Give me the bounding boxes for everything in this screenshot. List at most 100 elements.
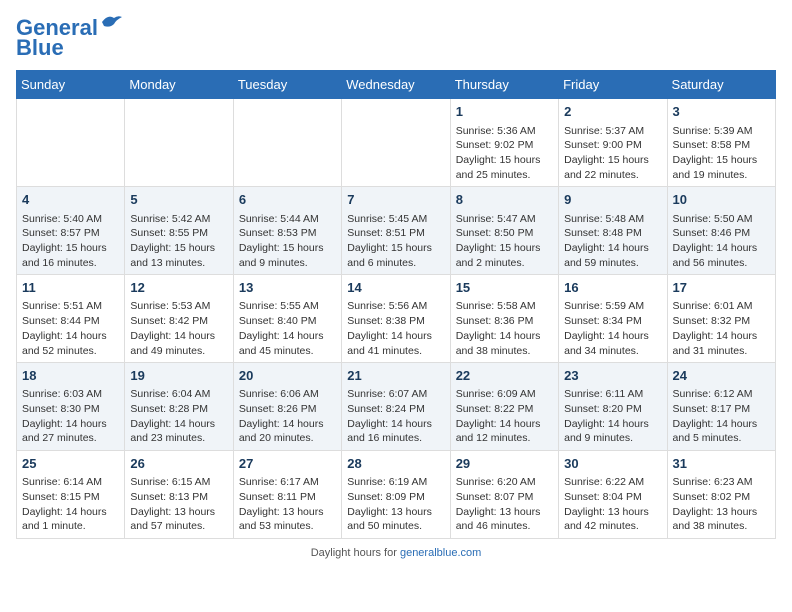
calendar-cell: 2 Sunrise: 5:37 AM Sunset: 9:00 PM Daylig… bbox=[559, 99, 667, 187]
day-info: Sunrise: 5:47 AM Sunset: 8:50 PM Dayligh… bbox=[456, 212, 553, 271]
calendar-table: SundayMondayTuesdayWednesdayThursdayFrid… bbox=[16, 70, 776, 539]
calendar-week-2: 4 Sunrise: 5:40 AM Sunset: 8:57 PM Daylig… bbox=[17, 187, 776, 275]
day-number: 3 bbox=[673, 103, 770, 121]
day-number: 22 bbox=[456, 367, 553, 385]
logo-blue-text: Blue bbox=[16, 36, 64, 60]
day-number: 11 bbox=[22, 279, 119, 297]
day-number: 5 bbox=[130, 191, 227, 209]
day-info: Sunrise: 5:36 AM Sunset: 9:02 PM Dayligh… bbox=[456, 124, 553, 183]
day-info: Sunrise: 6:20 AM Sunset: 8:07 PM Dayligh… bbox=[456, 475, 553, 534]
day-number: 2 bbox=[564, 103, 661, 121]
calendar-week-3: 11 Sunrise: 5:51 AM Sunset: 8:44 PM Dayli… bbox=[17, 275, 776, 363]
calendar-header-saturday: Saturday bbox=[667, 71, 775, 99]
bird-icon bbox=[100, 14, 122, 32]
day-number: 12 bbox=[130, 279, 227, 297]
calendar-cell bbox=[17, 99, 125, 187]
day-info: Sunrise: 6:07 AM Sunset: 8:24 PM Dayligh… bbox=[347, 387, 444, 446]
day-info: Sunrise: 5:51 AM Sunset: 8:44 PM Dayligh… bbox=[22, 299, 119, 358]
day-number: 18 bbox=[22, 367, 119, 385]
calendar-week-4: 18 Sunrise: 6:03 AM Sunset: 8:30 PM Dayli… bbox=[17, 363, 776, 451]
day-info: Sunrise: 5:40 AM Sunset: 8:57 PM Dayligh… bbox=[22, 212, 119, 271]
calendar-cell: 12 Sunrise: 5:53 AM Sunset: 8:42 PM Dayli… bbox=[125, 275, 233, 363]
calendar-cell bbox=[342, 99, 450, 187]
calendar-cell: 15 Sunrise: 5:58 AM Sunset: 8:36 PM Dayli… bbox=[450, 275, 558, 363]
day-number: 28 bbox=[347, 455, 444, 473]
calendar-header-tuesday: Tuesday bbox=[233, 71, 341, 99]
day-number: 25 bbox=[22, 455, 119, 473]
calendar-week-1: 1Sunrise: 5:36 AM Sunset: 9:02 PM Daylig… bbox=[17, 99, 776, 187]
day-number: 15 bbox=[456, 279, 553, 297]
calendar-cell: 17 Sunrise: 6:01 AM Sunset: 8:32 PM Dayli… bbox=[667, 275, 775, 363]
day-number: 13 bbox=[239, 279, 336, 297]
footer-text: Daylight hours for generalblue.com bbox=[311, 547, 482, 559]
calendar-cell: 30 Sunrise: 6:22 AM Sunset: 8:04 PM Dayli… bbox=[559, 451, 667, 539]
calendar-cell: 19 Sunrise: 6:04 AM Sunset: 8:28 PM Dayli… bbox=[125, 363, 233, 451]
calendar-cell: 14Sunrise: 5:56 AM Sunset: 8:38 PM Dayli… bbox=[342, 275, 450, 363]
day-info: Sunrise: 6:09 AM Sunset: 8:22 PM Dayligh… bbox=[456, 387, 553, 446]
day-info: Sunrise: 6:03 AM Sunset: 8:30 PM Dayligh… bbox=[22, 387, 119, 446]
day-info: Sunrise: 5:58 AM Sunset: 8:36 PM Dayligh… bbox=[456, 299, 553, 358]
calendar-cell: 9Sunrise: 5:48 AM Sunset: 8:48 PM Daylig… bbox=[559, 187, 667, 275]
day-info: Sunrise: 6:11 AM Sunset: 8:20 PM Dayligh… bbox=[564, 387, 661, 446]
day-number: 21 bbox=[347, 367, 444, 385]
day-info: Sunrise: 6:01 AM Sunset: 8:32 PM Dayligh… bbox=[673, 299, 770, 358]
day-info: Sunrise: 6:22 AM Sunset: 8:04 PM Dayligh… bbox=[564, 475, 661, 534]
calendar-cell: 1Sunrise: 5:36 AM Sunset: 9:02 PM Daylig… bbox=[450, 99, 558, 187]
day-number: 24 bbox=[673, 367, 770, 385]
day-info: Sunrise: 5:50 AM Sunset: 8:46 PM Dayligh… bbox=[673, 212, 770, 271]
calendar-cell: 10 Sunrise: 5:50 AM Sunset: 8:46 PM Dayli… bbox=[667, 187, 775, 275]
calendar-cell: 13 Sunrise: 5:55 AM Sunset: 8:40 PM Dayli… bbox=[233, 275, 341, 363]
calendar-cell: 24 Sunrise: 6:12 AM Sunset: 8:17 PM Dayli… bbox=[667, 363, 775, 451]
day-info: Sunrise: 6:17 AM Sunset: 8:11 PM Dayligh… bbox=[239, 475, 336, 534]
day-number: 26 bbox=[130, 455, 227, 473]
day-number: 19 bbox=[130, 367, 227, 385]
day-number: 6 bbox=[239, 191, 336, 209]
day-number: 30 bbox=[564, 455, 661, 473]
calendar-header-thursday: Thursday bbox=[450, 71, 558, 99]
calendar-cell: 4 Sunrise: 5:40 AM Sunset: 8:57 PM Daylig… bbox=[17, 187, 125, 275]
calendar-cell: 22 Sunrise: 6:09 AM Sunset: 8:22 PM Dayli… bbox=[450, 363, 558, 451]
calendar-cell: 11 Sunrise: 5:51 AM Sunset: 8:44 PM Dayli… bbox=[17, 275, 125, 363]
calendar-week-5: 25 Sunrise: 6:14 AM Sunset: 8:15 PM Dayli… bbox=[17, 451, 776, 539]
day-info: Sunrise: 5:39 AM Sunset: 8:58 PM Dayligh… bbox=[673, 124, 770, 183]
day-number: 17 bbox=[673, 279, 770, 297]
day-number: 10 bbox=[673, 191, 770, 209]
calendar-header-friday: Friday bbox=[559, 71, 667, 99]
calendar-cell: 6 Sunrise: 5:44 AM Sunset: 8:53 PM Daylig… bbox=[233, 187, 341, 275]
day-number: 23 bbox=[564, 367, 661, 385]
day-number: 4 bbox=[22, 191, 119, 209]
day-info: Sunrise: 6:14 AM Sunset: 8:15 PM Dayligh… bbox=[22, 475, 119, 534]
day-info: Sunrise: 6:12 AM Sunset: 8:17 PM Dayligh… bbox=[673, 387, 770, 446]
calendar-cell: 28 Sunrise: 6:19 AM Sunset: 8:09 PM Dayli… bbox=[342, 451, 450, 539]
day-info: Sunrise: 6:04 AM Sunset: 8:28 PM Dayligh… bbox=[130, 387, 227, 446]
calendar-header-monday: Monday bbox=[125, 71, 233, 99]
day-info: Sunrise: 5:44 AM Sunset: 8:53 PM Dayligh… bbox=[239, 212, 336, 271]
day-info: Sunrise: 5:37 AM Sunset: 9:00 PM Dayligh… bbox=[564, 124, 661, 183]
calendar-cell: 18 Sunrise: 6:03 AM Sunset: 8:30 PM Dayli… bbox=[17, 363, 125, 451]
calendar-cell: 25 Sunrise: 6:14 AM Sunset: 8:15 PM Dayli… bbox=[17, 451, 125, 539]
calendar-cell bbox=[125, 99, 233, 187]
calendar-cell: 8 Sunrise: 5:47 AM Sunset: 8:50 PM Daylig… bbox=[450, 187, 558, 275]
day-number: 8 bbox=[456, 191, 553, 209]
calendar-cell: 23 Sunrise: 6:11 AM Sunset: 8:20 PM Dayli… bbox=[559, 363, 667, 451]
day-info: Sunrise: 6:15 AM Sunset: 8:13 PM Dayligh… bbox=[130, 475, 227, 534]
day-info: Sunrise: 5:55 AM Sunset: 8:40 PM Dayligh… bbox=[239, 299, 336, 358]
day-info: Sunrise: 6:06 AM Sunset: 8:26 PM Dayligh… bbox=[239, 387, 336, 446]
calendar-cell bbox=[233, 99, 341, 187]
day-number: 9 bbox=[564, 191, 661, 209]
day-number: 16 bbox=[564, 279, 661, 297]
day-info: Sunrise: 6:19 AM Sunset: 8:09 PM Dayligh… bbox=[347, 475, 444, 534]
calendar-cell: 7Sunrise: 5:45 AM Sunset: 8:51 PM Daylig… bbox=[342, 187, 450, 275]
day-info: Sunrise: 5:59 AM Sunset: 8:34 PM Dayligh… bbox=[564, 299, 661, 358]
calendar-cell: 20 Sunrise: 6:06 AM Sunset: 8:26 PM Dayli… bbox=[233, 363, 341, 451]
logo: General Blue bbox=[16, 16, 122, 60]
calendar-cell: 31Sunrise: 6:23 AM Sunset: 8:02 PM Dayli… bbox=[667, 451, 775, 539]
day-info: Sunrise: 6:23 AM Sunset: 8:02 PM Dayligh… bbox=[673, 475, 770, 534]
calendar-cell: 27Sunrise: 6:17 AM Sunset: 8:11 PM Dayli… bbox=[233, 451, 341, 539]
day-number: 20 bbox=[239, 367, 336, 385]
page-header: General Blue bbox=[16, 16, 776, 60]
footer-link[interactable]: generalblue.com bbox=[400, 547, 481, 559]
day-number: 29 bbox=[456, 455, 553, 473]
calendar-cell: 29 Sunrise: 6:20 AM Sunset: 8:07 PM Dayli… bbox=[450, 451, 558, 539]
day-info: Sunrise: 5:53 AM Sunset: 8:42 PM Dayligh… bbox=[130, 299, 227, 358]
